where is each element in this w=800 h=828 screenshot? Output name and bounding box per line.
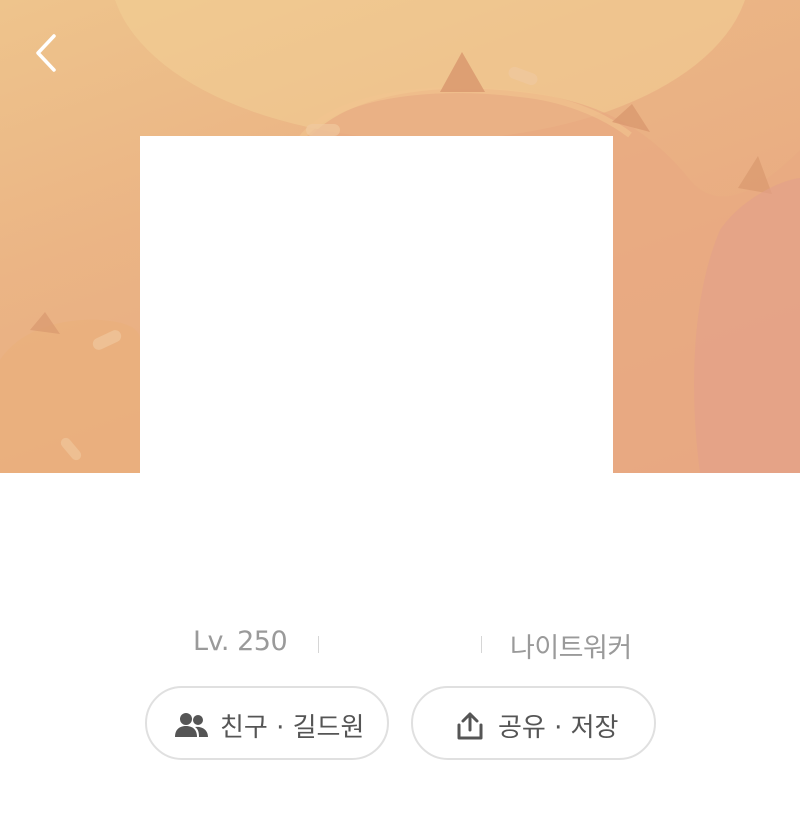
character-job: 나이트워커 <box>510 633 632 664</box>
share-icon <box>457 712 483 740</box>
back-button[interactable] <box>26 28 70 78</box>
share-save-label: 공유 · 저장 <box>498 713 619 743</box>
divider <box>318 636 319 653</box>
friends-guild-label: 친구 · 길드원 <box>220 713 365 743</box>
friends-guild-button[interactable]: 친구 · 길드원 <box>145 686 389 760</box>
divider <box>481 636 482 653</box>
character-avatar <box>140 136 613 473</box>
character-profile-page: Lv. 250 나이트워커 친구 · 길드원 공유 · 저장 <box>0 0 800 828</box>
chevron-left-icon <box>36 34 56 72</box>
people-icon <box>175 713 208 737</box>
share-save-button[interactable]: 공유 · 저장 <box>411 686 656 760</box>
profile-info-row: Lv. 250 나이트워커 <box>0 622 800 666</box>
character-level: Lv. 250 <box>193 626 288 657</box>
